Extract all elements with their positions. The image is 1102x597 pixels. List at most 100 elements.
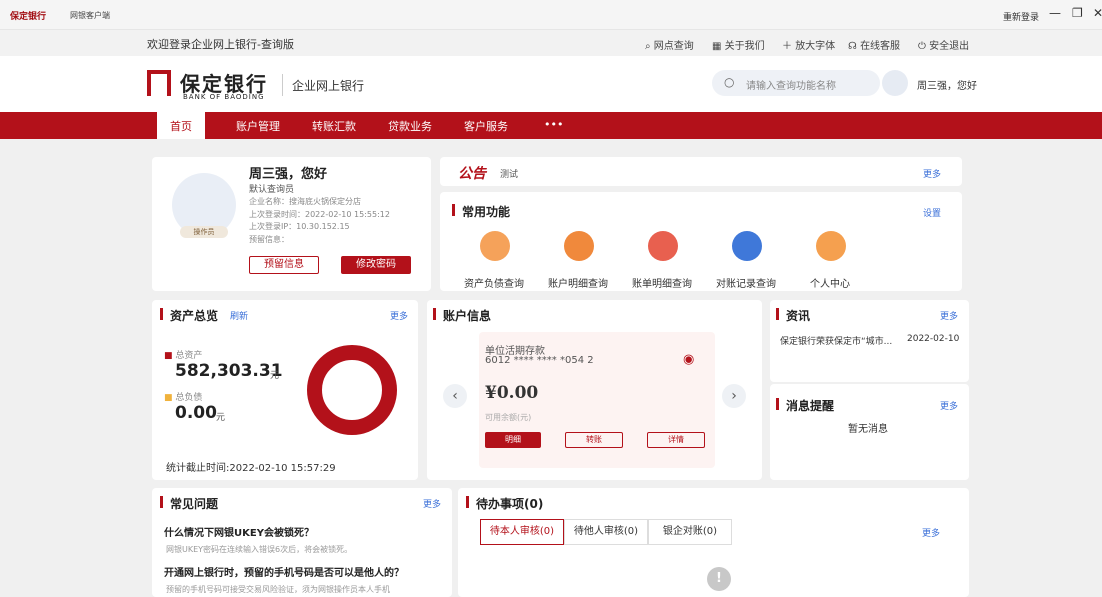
eye-icon[interactable]: ◉: [683, 352, 694, 367]
info-button[interactable]: 详情: [647, 432, 705, 448]
logout-link[interactable]: ⏻ 安全退出: [918, 37, 969, 52]
section-title: 待办事项(0): [476, 497, 544, 511]
func-label[interactable]: 对账记录查询: [706, 275, 786, 290]
refresh-link[interactable]: 刷新: [230, 309, 248, 322]
faq-question[interactable]: 开通网上银行时，预留的手机号码是否可以是他人的？: [164, 564, 404, 579]
total-debt-label: ■ 总负债: [164, 390, 202, 403]
link-label: 在线客服: [860, 41, 901, 52]
prev-account-button[interactable]: ‹: [443, 384, 467, 408]
assets-donut-chart: [307, 345, 397, 435]
nav-service[interactable]: 客户服务: [464, 118, 508, 134]
news-date: 2022-02-10: [907, 334, 960, 344]
section-marker: [433, 308, 436, 320]
func-label[interactable]: 个人中心: [790, 275, 870, 290]
assets-more-link[interactable]: 更多: [390, 309, 408, 322]
role-tag: 操作员: [180, 226, 228, 238]
section-title: 资产总览: [170, 309, 219, 323]
total-assets-value: 582,303.31: [175, 361, 283, 381]
header: 保定银行 BANK OF BAODING 企业网上银行 ○ 请输入查询功能名称 …: [0, 56, 1102, 112]
notice-more-link[interactable]: 更多: [923, 167, 941, 180]
change-password-button[interactable]: 修改密码: [341, 256, 411, 274]
main-nav: 首页 账户管理 转账汇款 贷款业务 客户服务 •••: [0, 112, 1102, 139]
portal-name: 企业网上银行: [292, 79, 365, 93]
online-service-link[interactable]: ☊ 在线客服: [848, 37, 900, 52]
top-bar: 欢迎登录企业网上银行-查询版 ⌕ 网点查询 ▦ 关于我们 ＋ 放大字体 ☊ 在线…: [0, 30, 1102, 56]
faq-question[interactable]: 什么情况下网银UKEY会被锁死？: [164, 524, 314, 539]
section-title: 常见问题: [170, 497, 219, 511]
nav-home[interactable]: 首页: [170, 118, 192, 134]
transfer-button[interactable]: 转账: [565, 432, 623, 448]
settings-link[interactable]: 设置: [923, 206, 941, 219]
todo-card: 待办事项(0) 待本人审核(0) 待他人审核(0) 银企对账(0) 更多 !: [458, 488, 969, 597]
profile-role: 默认查询员: [249, 185, 295, 195]
profile-card: 操作员 周三强，您好 默认查询员 企业名称：搜海底火锅保定分店 上次登录时间：2…: [152, 157, 431, 291]
account-card: 单位活期存款 6012 **** **** *054 2 ◉ ¥0.00 可用余…: [479, 332, 715, 468]
func-label[interactable]: 账单明细查询: [622, 275, 702, 290]
section-title: 账户信息: [443, 309, 492, 323]
func-label[interactable]: 账户明细查询: [538, 275, 618, 290]
reserve-info-button[interactable]: 预留信息: [249, 256, 319, 274]
account-info-card: 账户信息 单位活期存款 6012 **** **** *054 2 ◉ ¥0.0…: [427, 300, 762, 480]
news-more-link[interactable]: 更多: [940, 309, 958, 322]
nav-transfer[interactable]: 转账汇款: [312, 118, 356, 134]
unit: 元: [216, 413, 226, 423]
zoom-font-link[interactable]: ＋ 放大字体: [782, 37, 835, 52]
maximize-icon[interactable]: ❐: [1072, 6, 1083, 20]
profile-name: 周三强，您好: [249, 167, 328, 182]
welcome-text: 欢迎登录企业网上银行-查询版: [147, 38, 294, 51]
close-icon[interactable]: ✕: [1093, 6, 1102, 20]
logo-divider: [282, 74, 283, 96]
account-detail-icon[interactable]: [564, 231, 594, 261]
search-icon: ○: [724, 75, 735, 89]
balance-sheet-icon[interactable]: [480, 231, 510, 261]
total-debt-value: 0.00: [175, 403, 217, 423]
account-balance: ¥0.00: [485, 383, 539, 403]
messages-more-link[interactable]: 更多: [940, 399, 958, 412]
messages-card: 消息提醒 更多 暂无消息: [770, 384, 969, 480]
news-item[interactable]: 保定银行荣获保定市“城市...: [780, 334, 910, 347]
section-marker: [776, 308, 779, 320]
empty-info-icon: !: [707, 567, 731, 591]
user-greeting[interactable]: 周三强，您好: [917, 77, 977, 92]
nav-account[interactable]: 账户管理: [236, 118, 280, 134]
link-label: 关于我们: [724, 41, 765, 52]
nav-loan[interactable]: 贷款业务: [388, 118, 432, 134]
search-box[interactable]: ○ 请输入查询功能名称: [712, 70, 880, 96]
reconcile-record-icon[interactable]: [732, 231, 762, 261]
stat-time: 统计截止时间:2022-02-10 15:57:29: [166, 463, 336, 474]
tab-reconcile[interactable]: 银企对账(0): [648, 519, 732, 545]
tab-other-review[interactable]: 待他人审核(0): [564, 519, 648, 545]
relogin-button[interactable]: 重新登录: [1003, 10, 1039, 23]
yellow-dot-icon: ■: [164, 393, 173, 403]
faq-more-link[interactable]: 更多: [423, 497, 441, 510]
branch-query-link[interactable]: ⌕ 网点查询: [645, 37, 694, 52]
link-label: 安全退出: [929, 41, 970, 52]
news-card: 资讯 更多 保定银行荣获保定市“城市... 2022-02-10: [770, 300, 969, 382]
nav-more[interactable]: •••: [544, 118, 563, 131]
avatar[interactable]: [882, 70, 908, 96]
company-name: 企业名称：搜海底火锅保定分店: [249, 197, 361, 206]
minimize-icon[interactable]: —: [1049, 6, 1061, 20]
search-input[interactable]: 请输入查询功能名称: [746, 77, 836, 92]
app-tab[interactable]: 网银客户端: [70, 10, 110, 21]
detail-button[interactable]: 明细: [485, 432, 541, 448]
faq-answer: 预留的手机号码可接受交易风险验证，须为网银操作员本人手机: [166, 585, 390, 594]
next-account-button[interactable]: ›: [722, 384, 746, 408]
tab-my-review[interactable]: 待本人审核(0): [480, 519, 564, 545]
notice-title: 公告: [458, 166, 486, 182]
total-assets-label: ■ 总资产: [164, 348, 202, 361]
label-text: 总资产: [175, 351, 203, 361]
red-dot-icon: ■: [164, 351, 173, 361]
section-title: 资讯: [786, 309, 811, 323]
section-marker: [452, 204, 455, 216]
notice-text[interactable]: 测试: [500, 167, 518, 180]
reserve-info: 预留信息：: [249, 235, 289, 244]
account-number: 6012 **** **** *054 2: [485, 355, 594, 366]
personal-center-icon[interactable]: [816, 231, 846, 261]
common-functions-card: 常用功能 设置 资产负债查询 账户明细查询 账单明细查询 对账记录查询 个人中心: [440, 192, 962, 291]
todo-more-link[interactable]: 更多: [922, 526, 940, 539]
bill-detail-icon[interactable]: [648, 231, 678, 261]
about-link[interactable]: ▦ 关于我们: [712, 37, 765, 52]
func-label[interactable]: 资产负债查询: [454, 275, 534, 290]
faq-answer: 网银UKEY密码在连续输入错误6次后，将会被锁死。: [166, 545, 353, 554]
